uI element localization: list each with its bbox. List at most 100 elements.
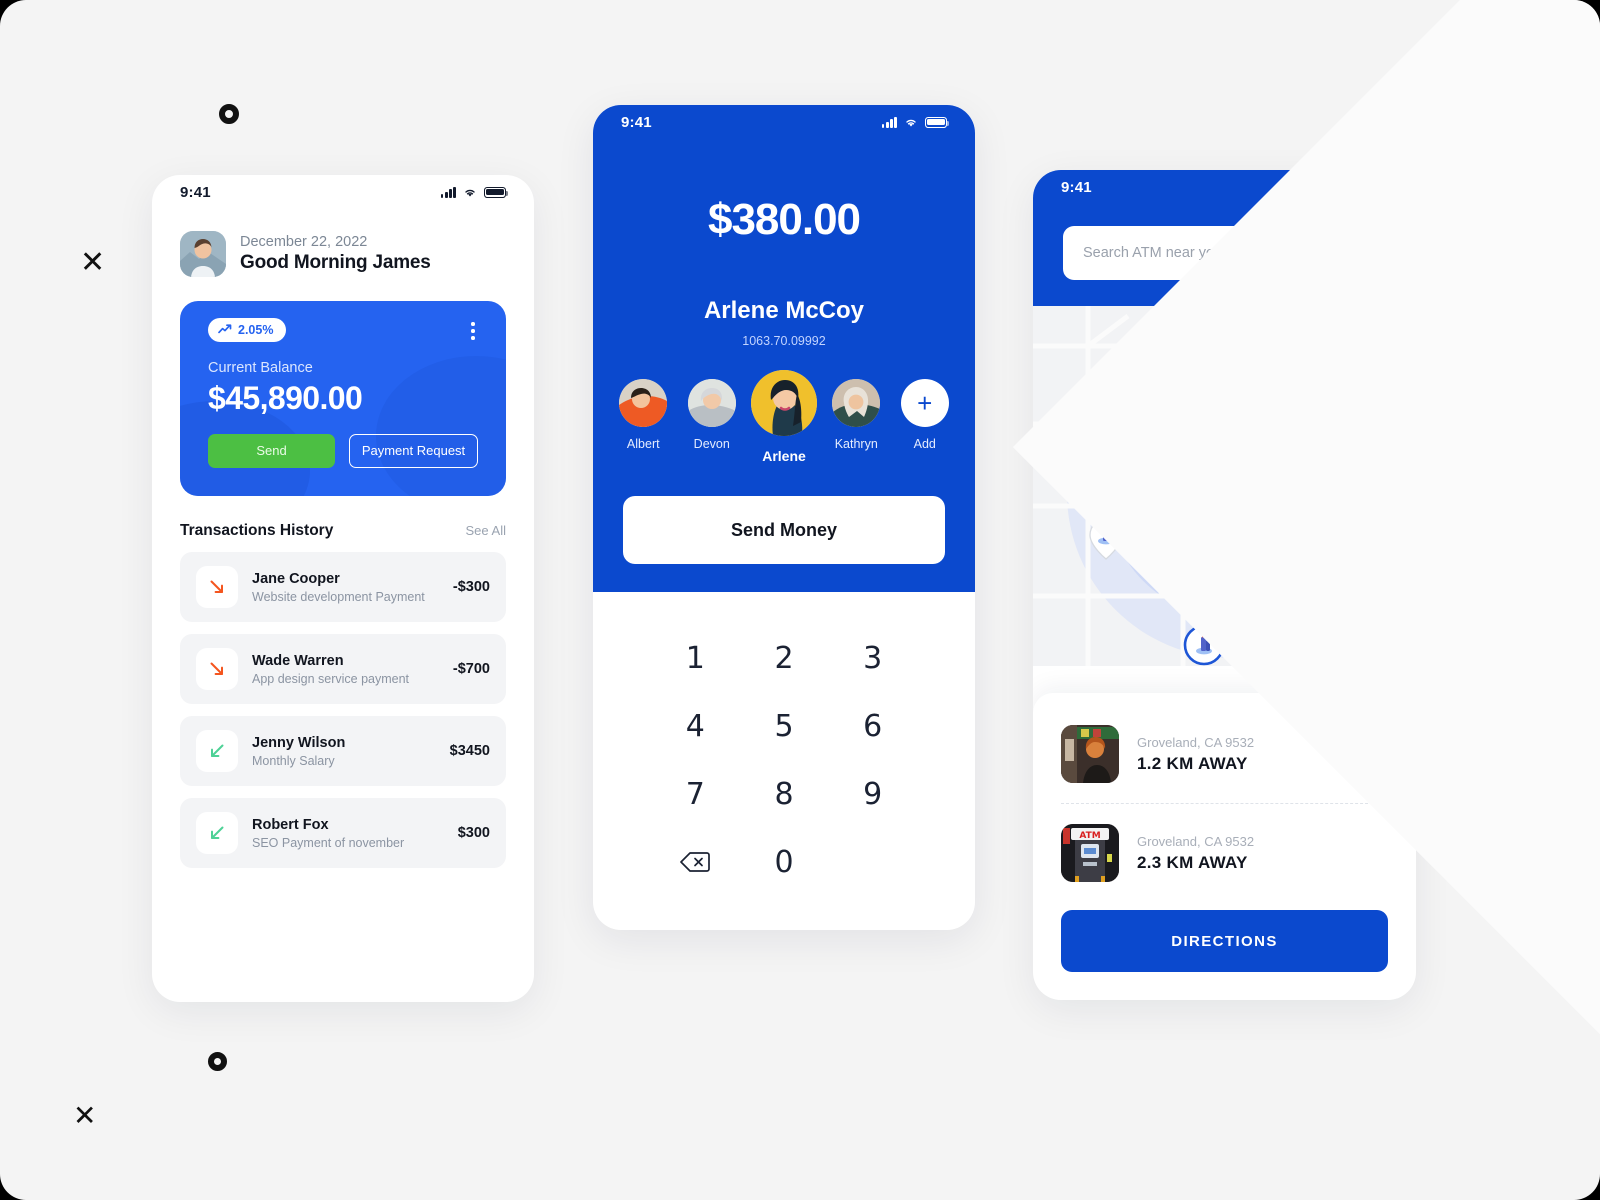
atm-results-card: Groveland, CA 9532 1.2 KM AWAY ATM Grove… [1033, 693, 1416, 1000]
balance-card: 2.05% Current Balance $45,890.00 Send Pa… [180, 301, 506, 496]
atm-pin[interactable] [1335, 444, 1369, 486]
battery-icon [1366, 181, 1391, 193]
transaction-amount: $300 [457, 825, 490, 841]
status-icons [881, 116, 950, 128]
key-9[interactable]: 9 [828, 760, 917, 828]
transaction-desc: App design service payment [252, 671, 410, 686]
status-bar-home: 9:41 [152, 175, 534, 209]
wifi-icon [904, 117, 918, 128]
list-item[interactable]: ATM Groveland, CA 9532 2.3 KM AWAY [1061, 818, 1388, 888]
greeting-date: December 22, 2022 [240, 234, 368, 250]
signal-bars-icon [881, 116, 897, 128]
transaction-desc: Website development Payment [252, 589, 425, 604]
status-time: 9:41 [1061, 178, 1092, 196]
search-bar[interactable] [1063, 226, 1386, 280]
transaction-amount: $3450 [449, 743, 490, 759]
contacts-row: Albert Devon Arlene Kathryn + Add [593, 370, 975, 464]
list-item[interactable]: Groveland, CA 9532 1.2 KM AWAY [1061, 719, 1388, 789]
status-time: 9:41 [180, 183, 211, 201]
numeric-keypad: 1 2 3 4 5 6 7 8 9 0 [593, 592, 975, 896]
arrow-down-left-icon [196, 730, 238, 772]
transaction-amount: -$700 [452, 661, 490, 677]
battery-icon [925, 116, 950, 128]
contact-avatar-kathryn [832, 379, 881, 427]
growth-badge: 2.05% [208, 318, 287, 342]
greeting-block: December 22, 2022 Good Morning James [152, 209, 534, 277]
key-5[interactable]: 5 [740, 692, 829, 760]
transaction-name: Jane Cooper [252, 570, 340, 587]
battery-icon [484, 186, 509, 198]
x-bottom-left-icon: ✕ [73, 1099, 97, 1132]
ring-right-edge-icon [1548, 552, 1582, 586]
send-amount: $380.00 [707, 195, 861, 244]
balance-label: Current Balance [208, 359, 313, 376]
atm-map[interactable] [1033, 306, 1416, 666]
user-location-avatar[interactable] [1199, 502, 1253, 556]
plus-icon: + [900, 379, 949, 427]
ring-top-left-icon [219, 104, 239, 124]
atm-photo-person [1061, 725, 1119, 783]
key-2[interactable]: 2 [740, 624, 829, 692]
page-canvas: ✕ ✕ 9:41 December 22, 2022 Good Morning … [0, 0, 1600, 1200]
contact-name: Kathryn [834, 437, 878, 451]
trend-up-icon [218, 323, 232, 337]
key-7[interactable]: 7 [651, 760, 740, 828]
see-all-link[interactable]: See All [466, 523, 506, 538]
table-row[interactable]: Jenny Wilson Monthly Salary $3450 [180, 716, 506, 786]
atm-pin-active[interactable] [1183, 624, 1225, 666]
key-4[interactable]: 4 [651, 692, 740, 760]
send-button[interactable]: Send [208, 433, 335, 468]
atm-address: Groveland, CA 9532 [1137, 734, 1255, 750]
arrow-down-left-icon [196, 812, 238, 854]
atm-pin[interactable] [1223, 324, 1257, 366]
close-icon[interactable] [1370, 715, 1390, 735]
transaction-name: Robert Fox [252, 816, 329, 833]
contact-devon[interactable]: Devon [686, 379, 739, 451]
phone-screen-atm: 9:41 Search ATM near you Groveland, CA 9… [1033, 170, 1416, 1000]
growth-badge-label: 2.05% [238, 323, 274, 337]
transactions-header: Transactions History See All [152, 496, 534, 540]
add-contact-button[interactable]: + Add [899, 379, 952, 451]
atm-pin[interactable] [1137, 400, 1171, 442]
backspace-icon[interactable] [651, 828, 740, 896]
key-3[interactable]: 3 [828, 624, 917, 692]
search-icon[interactable] [1345, 240, 1366, 266]
contact-name: Devon [693, 437, 730, 451]
signal-bars-icon [1322, 181, 1338, 193]
directions-button[interactable]: DIRECTIONS [1061, 910, 1388, 972]
contact-albert[interactable]: Albert [617, 379, 670, 451]
arrow-down-right-icon [196, 648, 238, 690]
table-row[interactable]: Wade Warren App design service payment -… [180, 634, 506, 704]
contact-kathryn[interactable]: Kathryn [830, 379, 883, 451]
send-hero: 9:41 $380.00 Arlene McCoy 1063.70.09992 [593, 105, 975, 592]
arrow-down-right-icon [196, 566, 238, 608]
atm-pin[interactable] [1089, 518, 1123, 560]
atm-header: 9:41 [1033, 170, 1416, 306]
atm-photo-machine: ATM [1061, 824, 1119, 882]
account-number: 1063.70.09992 [742, 334, 826, 348]
key-8[interactable]: 8 [740, 760, 829, 828]
send-money-button[interactable]: Send Money [623, 496, 945, 564]
atm-pin[interactable] [1343, 354, 1377, 396]
transaction-amount: -$300 [452, 579, 490, 595]
atm-distance: 1.2 KM AWAY [1137, 753, 1248, 773]
table-row[interactable]: Jane Cooper Website development Payment … [180, 552, 506, 622]
status-icons [1322, 181, 1391, 193]
atm-pin[interactable] [1373, 556, 1407, 598]
atm-address: Groveland, CA 9532 [1137, 833, 1255, 849]
search-input[interactable] [1083, 245, 1335, 261]
payment-request-button[interactable]: Payment Request [349, 433, 478, 468]
key-1[interactable]: 1 [651, 624, 740, 692]
key-0[interactable]: 0 [740, 828, 829, 896]
table-row[interactable]: Robert Fox SEO Payment of november $300 [180, 798, 506, 868]
phone-screen-home: 9:41 December 22, 2022 Good Morning Jame… [152, 175, 534, 1002]
contact-name: Albert [626, 437, 660, 451]
transaction-name: Jenny Wilson [252, 734, 346, 751]
wifi-icon [1345, 182, 1359, 193]
kebab-menu-icon[interactable] [468, 318, 478, 344]
contact-avatar-devon [687, 379, 736, 427]
transactions-list: Jane Cooper Website development Payment … [152, 540, 534, 868]
contact-name: Add [913, 437, 936, 451]
key-6[interactable]: 6 [828, 692, 917, 760]
contact-arlene[interactable]: Arlene [751, 370, 817, 464]
